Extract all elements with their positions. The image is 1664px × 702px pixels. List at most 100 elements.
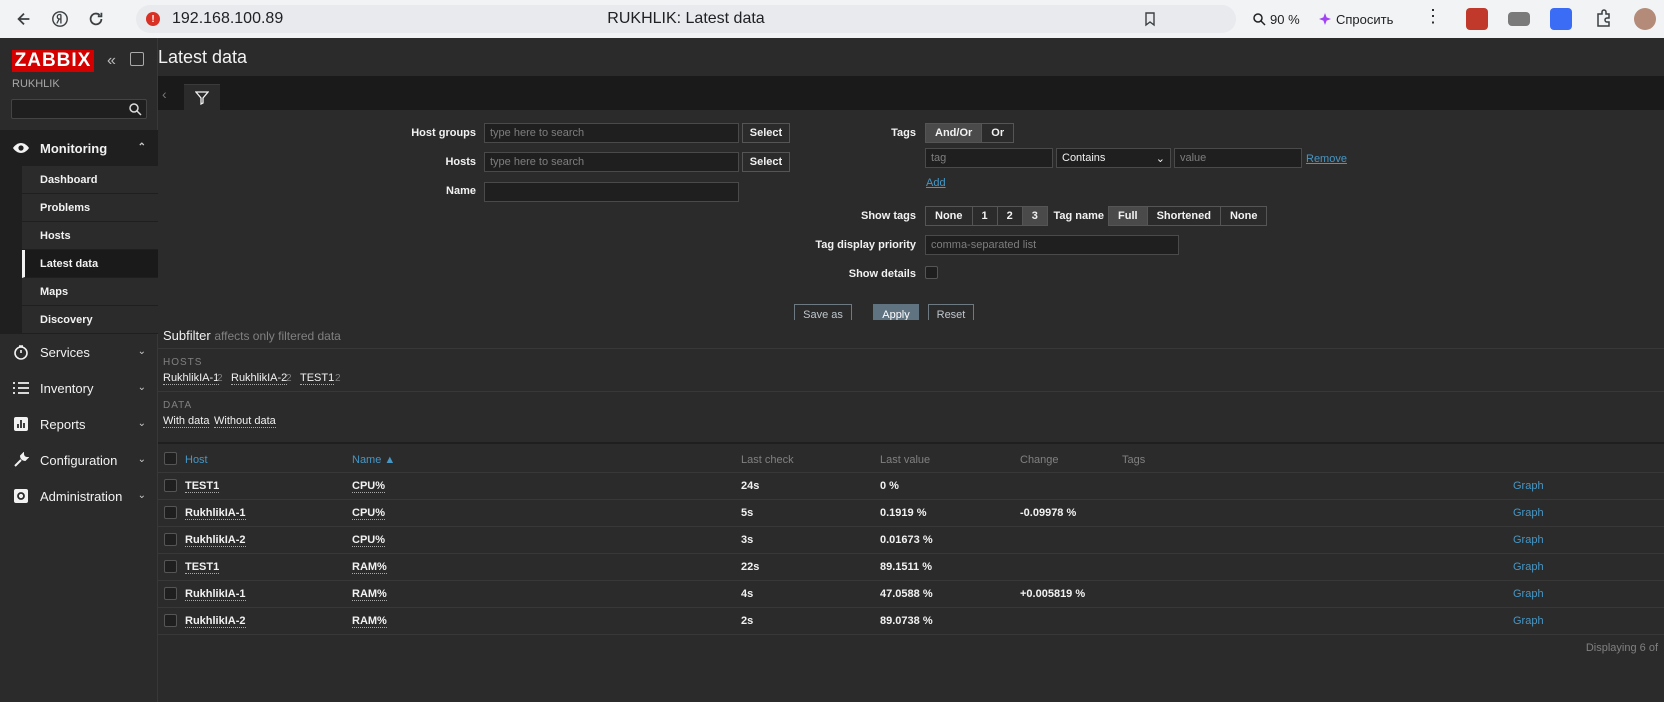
row-checkbox[interactable] [164,560,177,573]
bookmark-icon[interactable] [1142,11,1158,27]
show-details-label: Show details [848,268,916,280]
select-all-checkbox[interactable] [164,452,177,465]
submenu-hosts[interactable]: Hosts [22,222,158,250]
row-checkbox[interactable] [164,587,177,600]
show-tags-none[interactable]: None [926,207,973,225]
row-item-name[interactable]: RAM% [352,561,387,574]
subfilter-with-data[interactable]: With data [163,415,210,428]
row-host-link[interactable]: RukhlikIA-1 [185,588,246,601]
security-warning-icon[interactable]: ! [146,12,160,26]
host-groups-input[interactable]: type here to search [484,123,739,143]
yandex-icon[interactable] [42,1,78,37]
hosts-select-button[interactable]: Select [742,152,790,172]
row-host-link[interactable]: RukhlikIA-2 [185,534,246,547]
row-graph-link[interactable]: Graph [1513,561,1544,573]
submenu-problems[interactable]: Problems [22,194,158,222]
zabbix-logo[interactable]: ZABBIX [12,50,94,72]
row-graph-link[interactable]: Graph [1513,480,1544,492]
submenu-discovery[interactable]: Discovery [22,306,158,334]
browser-menu-icon[interactable]: ⋮ [1424,6,1442,27]
row-item-name[interactable]: RAM% [352,588,387,601]
show-details-checkbox[interactable] [925,266,938,279]
tag-input[interactable]: tag [925,148,1053,168]
row-graph-link[interactable]: Graph [1513,588,1544,600]
collapse-sidebar-icon[interactable]: « [107,52,123,69]
row-checkbox[interactable] [164,533,177,546]
menu-inventory[interactable]: Inventory ⌄ [0,370,158,406]
row-graph-link[interactable]: Graph [1513,534,1544,546]
tags-or-option[interactable]: Or [982,124,1013,142]
host-groups-label: Host groups [411,127,476,139]
search-icon[interactable] [128,102,142,116]
extensions-puzzle-icon[interactable] [1592,8,1614,30]
row-item-name[interactable]: RAM% [352,615,387,628]
address-bar[interactable]: ! 192.168.100.89 RUKHLIK: Latest data [136,5,1236,33]
menu-services[interactable]: Services ⌄ [0,334,158,370]
host-groups-select-button[interactable]: Select [742,123,790,143]
submenu-latest-data[interactable]: Latest data [22,250,158,278]
hosts-input[interactable]: type here to search [484,152,739,172]
browser-toolbar: ! 192.168.100.89 RUKHLIK: Latest data 90… [0,0,1664,38]
url-text[interactable]: 192.168.100.89 [172,10,283,28]
menu-administration[interactable]: Administration ⌄ [0,478,158,514]
name-input[interactable] [484,182,739,202]
subfilter-host-link[interactable]: RukhlikIA-2 [231,372,288,385]
subfilter-host-link[interactable]: TEST1 [300,372,335,385]
ask-button[interactable]: Спросить [1318,8,1393,30]
tag-name-none[interactable]: None [1221,207,1267,225]
chevron-down-icon: ⌄ [137,346,146,357]
tag-name-full[interactable]: Full [1109,207,1148,225]
subfilter-host-link[interactable]: RukhlikIA-1 [163,372,220,385]
extension-icon-1[interactable] [1466,8,1488,30]
table-paging-info: Displaying 6 of [1585,642,1658,654]
submenu-dashboard[interactable]: Dashboard [22,166,158,194]
menu-configuration[interactable]: Configuration ⌄ [0,442,158,478]
menu-reports[interactable]: Reports ⌄ [0,406,158,442]
sidebar-search-input[interactable] [11,99,147,119]
menu-inventory-label: Inventory [40,380,94,396]
chevron-down-icon: ⌄ [137,490,146,501]
header-name[interactable]: Name ▲ [352,454,395,466]
row-graph-link[interactable]: Graph [1513,507,1544,519]
filter-tab-bar: ‹ [158,76,1664,110]
tag-name-shortened[interactable]: Shortened [1148,207,1221,225]
row-graph-link[interactable]: Graph [1513,615,1544,627]
row-host-link[interactable]: TEST1 [185,480,220,493]
back-icon[interactable] [6,1,42,37]
row-host-link[interactable]: TEST1 [185,561,220,574]
show-tags-2[interactable]: 2 [998,207,1023,225]
tag-value-input[interactable]: value [1174,148,1302,168]
reload-icon[interactable] [78,1,114,37]
row-checkbox[interactable] [164,479,177,492]
zoom-indicator[interactable]: 90 % [1252,8,1300,30]
tag-remove-link[interactable]: Remove [1306,153,1347,165]
subfilter-data-caption: DATA [163,400,193,411]
row-last-check: 24s [741,480,760,492]
subfilter-without-data[interactable]: Without data [214,415,276,428]
submenu-maps[interactable]: Maps [22,278,158,306]
tag-operator-select[interactable]: Contains ⌄ [1056,148,1171,168]
tag-priority-input[interactable]: comma-separated list [925,235,1179,255]
header-host[interactable]: Host [185,454,208,466]
chevron-left-icon[interactable]: ‹ [162,86,167,102]
row-host-link[interactable]: RukhlikIA-2 [185,615,246,628]
tags-andor-option[interactable]: And/Or [926,124,983,142]
tag-name-toggle: Full Shortened None [1108,206,1268,226]
show-tags-1[interactable]: 1 [973,207,998,225]
tag-add-link[interactable]: Add [926,177,946,189]
row-last-value: 0.1919 % [880,507,927,519]
menu-monitoring[interactable]: Monitoring ⌃ [0,130,158,166]
kiosk-mode-icon[interactable] [130,52,144,66]
row-item-name[interactable]: CPU% [352,534,386,547]
row-item-name[interactable]: CPU% [352,480,386,493]
extension-icon-2[interactable] [1508,12,1530,26]
row-item-name[interactable]: CPU% [352,507,386,520]
rocket-extension-icon[interactable] [1550,8,1572,30]
row-checkbox[interactable] [164,614,177,627]
row-checkbox[interactable] [164,506,177,519]
filter-tab[interactable] [184,84,220,110]
menu-administration-label: Administration [40,488,123,504]
row-host-link[interactable]: RukhlikIA-1 [185,507,246,520]
chevron-down-icon: ⌄ [137,454,146,465]
profile-avatar[interactable] [1634,8,1656,30]
